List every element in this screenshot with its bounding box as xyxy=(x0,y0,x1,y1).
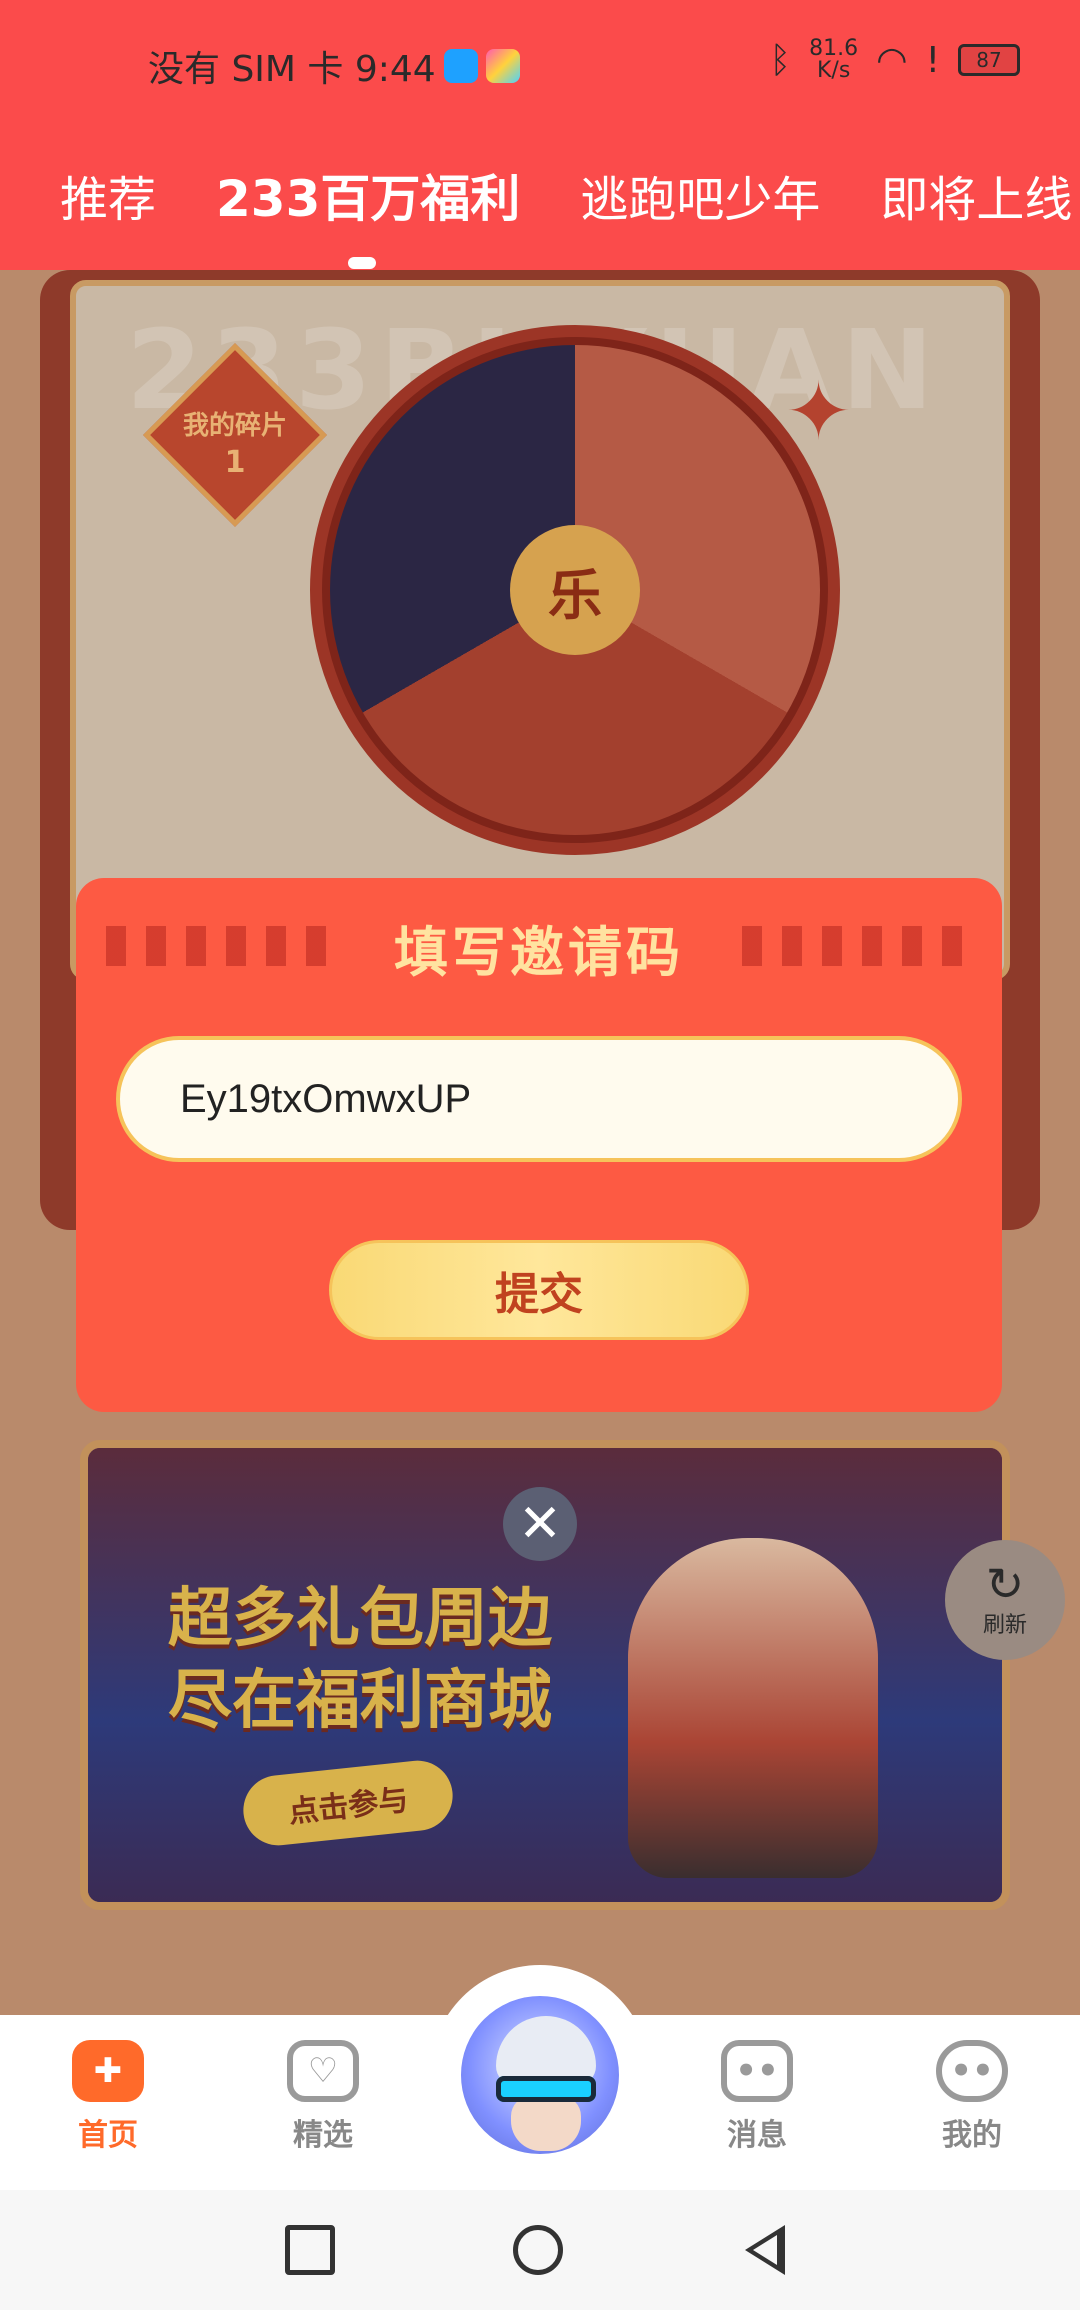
notify-app-icon xyxy=(485,49,520,83)
chat-icon: •• xyxy=(721,2040,793,2102)
top-header: 没有 SIM 卡 9:44 ᛒ 81.6 K/s ◠ ! 87 推荐 233百万… xyxy=(0,0,1080,270)
nav-featured[interactable]: ♡ 精选 xyxy=(253,2040,393,2154)
tab-recommend[interactable]: 推荐 xyxy=(60,160,156,230)
refresh-icon: ↻ xyxy=(985,1557,1025,1611)
bluetooth-icon: ᛒ xyxy=(769,39,792,81)
invite-code-input[interactable]: Ey19txOmwxUP xyxy=(116,1036,962,1162)
tab-escape-boy[interactable]: 逃跑吧少年 xyxy=(580,160,820,230)
wifi-icon: ◠ xyxy=(876,39,908,81)
nav-messages[interactable]: •• 消息 xyxy=(687,2040,827,2154)
recents-button[interactable] xyxy=(285,2225,335,2275)
heart-diamond-icon: ♡ xyxy=(287,2040,359,2102)
avatar[interactable] xyxy=(455,1990,625,2160)
status-left: 没有 SIM 卡 9:44 xyxy=(148,40,520,92)
system-nav-bar xyxy=(0,2190,1080,2310)
close-icon[interactable]: ✕ xyxy=(503,1487,577,1561)
dialog-title: 填写邀请码 xyxy=(394,921,684,984)
alert-icon: ! xyxy=(925,39,940,81)
submit-button[interactable]: 提交 xyxy=(329,1240,749,1340)
nav-home-label: 首页 xyxy=(78,2118,138,2153)
nav-mine-label: 我的 xyxy=(942,2118,1002,2153)
carrier-time: 没有 SIM 卡 9:44 xyxy=(148,49,436,90)
tab-bar: 推荐 233百万福利 逃跑吧少年 即将上线 xyxy=(0,155,1080,235)
refresh-button[interactable]: ↻ 刷新 xyxy=(945,1540,1065,1660)
tab-active-indicator xyxy=(348,257,376,269)
back-button[interactable] xyxy=(745,2225,785,2275)
gamepad-icon: ✚ xyxy=(72,2040,144,2102)
invite-code-dialog: 填写邀请码 Ey19txOmwxUP 提交 xyxy=(76,878,1002,1412)
tab-233-welfare[interactable]: 233百万福利 xyxy=(216,159,520,231)
nav-featured-label: 精选 xyxy=(293,2118,353,2153)
nav-mine[interactable]: •• 我的 xyxy=(902,2040,1042,2154)
avatar-visor xyxy=(496,2076,596,2102)
smile-icon: •• xyxy=(936,2040,1008,2102)
battery-level: 87 xyxy=(976,48,1002,72)
nav-messages-label: 消息 xyxy=(727,2118,787,2153)
nav-home[interactable]: ✚ 首页 xyxy=(38,2040,178,2154)
avatar-face xyxy=(511,2096,581,2151)
status-bar: 没有 SIM 卡 9:44 ᛒ 81.6 K/s ◠ ! 87 xyxy=(0,0,1080,125)
status-right: ᛒ 81.6 K/s ◠ ! 87 xyxy=(770,38,1020,82)
net-speed: 81.6 K/s xyxy=(809,38,858,82)
search-app-icon xyxy=(443,49,478,83)
battery-icon: 87 xyxy=(958,44,1020,76)
net-speed-unit: K/s xyxy=(816,58,851,83)
tab-coming-soon[interactable]: 即将上线 xyxy=(880,160,1072,230)
refresh-label: 刷新 xyxy=(982,1613,1027,1638)
home-button[interactable] xyxy=(513,2225,563,2275)
